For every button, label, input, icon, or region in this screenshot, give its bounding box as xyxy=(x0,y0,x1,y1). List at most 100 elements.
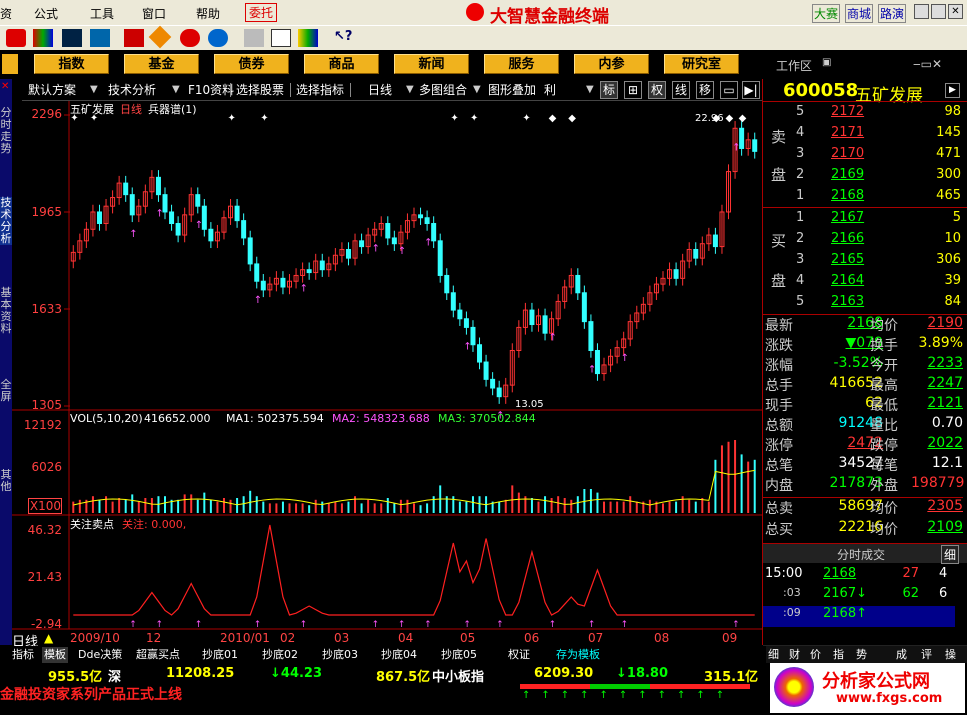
binoculars-icon[interactable] xyxy=(62,29,82,47)
globe-icon[interactable] xyxy=(208,29,228,47)
ticks-detail-tab[interactable]: 细 xyxy=(941,545,960,564)
warn-icon[interactable]: ▲ xyxy=(44,631,53,645)
toggle-rights[interactable]: 权 xyxy=(648,81,666,99)
help-icon[interactable]: ↖? xyxy=(334,29,354,47)
bottom-tab[interactable]: Dde决策 xyxy=(78,647,122,663)
right-tab[interactable]: 指 xyxy=(833,647,844,663)
minimize-button[interactable] xyxy=(914,4,929,19)
toggle-mark[interactable]: 标 xyxy=(600,81,618,99)
sell-row[interactable]: 5 2172 98 xyxy=(763,104,963,125)
bottom-tab[interactable]: 指标 xyxy=(12,647,34,663)
menu-item-window[interactable]: 窗口 xyxy=(142,5,166,22)
nav-news[interactable]: 新闻 xyxy=(394,54,469,74)
buy-row[interactable]: 5 2163 84 xyxy=(763,294,963,315)
refresh-icon[interactable] xyxy=(180,29,200,47)
marquee-text[interactable]: 金融投资家系列产品正式上线 xyxy=(0,684,182,704)
right-tab[interactable]: 评 xyxy=(921,647,932,663)
bottom-tab[interactable]: 抄底05 xyxy=(441,647,477,663)
right-tab[interactable]: 成 xyxy=(896,647,907,663)
entrust-button[interactable]: 委托 xyxy=(245,3,278,22)
toggle-move[interactable]: 移 xyxy=(696,81,714,99)
workspace-window-controls[interactable]: ‒▭✕ xyxy=(913,57,942,71)
nav-fund[interactable]: 基金 xyxy=(124,54,199,74)
save-template-tab[interactable]: 存为模板 xyxy=(556,647,600,663)
link-roadshow[interactable]: 路演 xyxy=(878,4,907,23)
right-tab[interactable]: 势 xyxy=(856,647,867,663)
kline-chart-svg[interactable]: ↑↑↑↑↑↑↑↑↑↑↑↑↑↑↑↑↑↑↑↑↑↑↑↑↑↑↑↑✦ ✦ ✦ ✦ ✦ ✦ ✦ ◆ ◆ ◆ ◆ ◆ xyxy=(12,101,762,646)
tick-row-selected[interactable]: :09 2168↑ xyxy=(763,606,955,627)
sell-row[interactable]: 1 2168 465 xyxy=(763,188,963,209)
crosshair-icon[interactable]: ⊞ xyxy=(624,81,642,99)
rail-tab-fundamentals[interactable]: 基本资料 xyxy=(0,287,12,335)
tab-select-stock[interactable]: 选择股票 xyxy=(232,81,288,99)
menu-item-formula[interactable]: 公式 xyxy=(34,5,58,22)
buy-row[interactable]: 2 2166 10 xyxy=(763,231,963,252)
rail-tab-intraday[interactable]: 分时走势 xyxy=(0,107,12,155)
nav-commodity[interactable]: 商品 xyxy=(304,54,379,74)
top-marker: ✦ xyxy=(470,113,478,124)
right-tab[interactable]: 财 xyxy=(789,647,800,663)
close-icon[interactable]: ✕ xyxy=(948,4,963,19)
tab-default-scheme[interactable]: 默认方案 xyxy=(24,81,80,99)
panel-icon[interactable]: ▭ xyxy=(720,81,738,99)
rail-tab-other[interactable]: 其他 xyxy=(0,469,12,493)
chart-area[interactable]: ↑ ↑ ↑ ↑ ↑ ↑ ↑ ↑ ↑ ↑ ↑ ↑ ↑ ↑ ↑ ↑ ↑ ↑ ↑ ↑ ↑ ↑ ↑ ↑ ↑ ↑ ↑ ↑ ✦ ✦ ✦ ✦ ✦ ✦ ✦ ◆ ◆ ◆ ◆ ◆… xyxy=(12,101,762,650)
tab-profit[interactable]: 利 xyxy=(540,81,560,99)
bottom-tab[interactable]: 抄底01 xyxy=(202,647,238,663)
sell-row[interactable]: 4 2171 145 xyxy=(763,125,963,146)
candle-body xyxy=(477,344,483,363)
nav-left-button[interactable] xyxy=(2,54,18,74)
workspace-dropdown-icon[interactable]: ▣ xyxy=(822,57,831,68)
sell-row[interactable]: 3 2170 471 xyxy=(763,146,963,167)
rail-close-icon[interactable]: ✕ xyxy=(1,81,9,92)
link-mall[interactable]: 商城 xyxy=(845,4,874,23)
buy-row[interactable]: 1 2167 5 xyxy=(763,210,963,231)
tools-icon[interactable] xyxy=(90,29,110,47)
tab-select-indicator[interactable]: 选择指标 xyxy=(292,81,348,99)
nav-bond[interactable]: 债券 xyxy=(214,54,289,74)
toggle-line[interactable]: 线 xyxy=(672,81,690,99)
step-icon[interactable]: ▶| xyxy=(742,81,760,99)
bottom-tab[interactable]: 抄底02 xyxy=(262,647,298,663)
panel-toggle-icon[interactable]: ▶ xyxy=(945,83,960,98)
window-icon[interactable] xyxy=(244,29,264,47)
nav-service[interactable]: 服务 xyxy=(484,54,559,74)
right-tab[interactable]: 价 xyxy=(810,647,821,663)
glasses-icon[interactable] xyxy=(6,29,26,47)
buy-row[interactable]: 3 2165 306 xyxy=(763,252,963,273)
dropdown-icon[interactable]: ▼ xyxy=(168,81,184,99)
link-contest[interactable]: 大赛 xyxy=(812,4,841,23)
tab-overlay[interactable]: 图形叠加 xyxy=(484,81,540,99)
diamond-icon[interactable] xyxy=(148,25,172,49)
bottom-tab-active[interactable]: 模板 xyxy=(42,647,68,663)
bottom-tab[interactable]: 超赢买点 xyxy=(136,647,180,663)
rail-tab-fullscreen[interactable]: 全屏 xyxy=(0,379,12,403)
menu-item-0[interactable]: 资 xyxy=(0,5,12,22)
right-tab[interactable]: 细 xyxy=(768,647,779,663)
menu-item-tools[interactable]: 工具 xyxy=(90,5,114,22)
maximize-button[interactable] xyxy=(931,4,946,19)
ticks-title[interactable]: 分时成交 xyxy=(837,546,885,563)
buy-row[interactable]: 4 2164 39 xyxy=(763,273,963,294)
book-icon[interactable] xyxy=(124,29,144,47)
bottom-tab[interactable]: 抄底03 xyxy=(322,647,358,663)
sell-row[interactable]: 2 2169 300 xyxy=(763,167,963,188)
menu-item-help[interactable]: 帮助 xyxy=(196,5,220,22)
rail-tab-technical[interactable]: 技术分析 xyxy=(0,197,12,245)
workspace-label[interactable]: 工作区 xyxy=(776,57,812,74)
tab-period[interactable]: 日线 xyxy=(364,81,396,99)
right-tab[interactable]: 操 xyxy=(945,647,956,663)
chart-icon[interactable] xyxy=(298,29,318,47)
nav-internal[interactable]: 内参 xyxy=(574,54,649,74)
bars-icon[interactable] xyxy=(33,29,53,47)
tab-technical[interactable]: 技术分析 xyxy=(104,81,160,99)
nav-index[interactable]: 指数 xyxy=(34,54,109,74)
tab-multi-chart[interactable]: 多图组合 xyxy=(415,81,471,99)
bottom-tab[interactable]: 权证 xyxy=(508,647,530,663)
dropdown-icon[interactable]: ▼ xyxy=(582,81,598,99)
bottom-tab[interactable]: 抄底04 xyxy=(381,647,417,663)
dropdown-icon[interactable]: ▼ xyxy=(86,81,102,99)
list-icon[interactable] xyxy=(271,29,291,47)
nav-research[interactable]: 研究室 xyxy=(664,54,739,74)
dropdown-icon[interactable]: ▼ xyxy=(469,81,485,99)
